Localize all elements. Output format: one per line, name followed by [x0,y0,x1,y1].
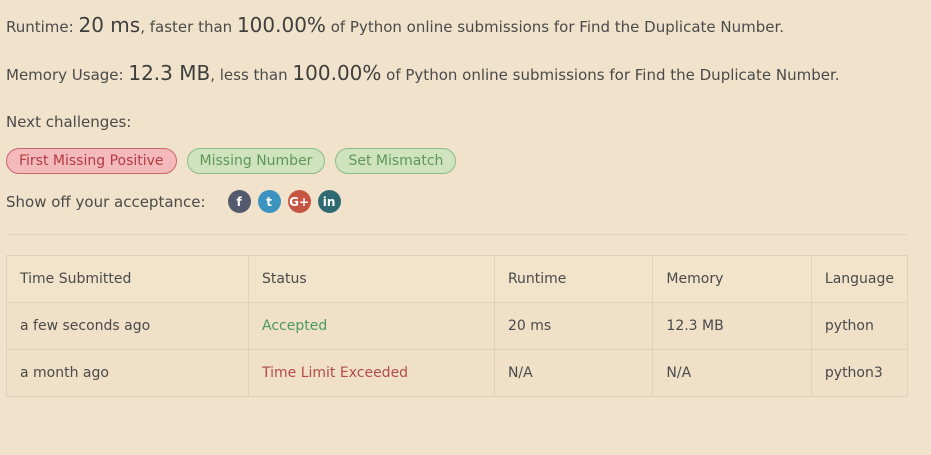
table-header-row: Time Submitted Status Runtime Memory Lan… [6,255,909,303]
cell-runtime: N/A [493,349,654,397]
challenge-first-missing-positive[interactable]: First Missing Positive [6,148,177,174]
table-row: a few seconds ago Accepted 20 ms 12.3 MB… [6,302,909,350]
linkedin-icon[interactable]: in [317,190,341,213]
cell-memory: 12.3 MB [652,302,812,350]
memory-value: 12.3 MB [128,61,211,85]
cell-language: python [810,302,909,350]
memory-mid: , less than [210,66,293,84]
cell-memory: N/A [652,349,812,397]
memory-label: Memory Usage: [6,66,129,84]
divider [6,234,908,235]
cell-time: a few seconds ago [6,302,249,350]
memory-summary: Memory Usage: 12.3 MB, less than 100.00%… [6,61,840,85]
header-runtime: Runtime [493,255,654,303]
cell-time: a month ago [6,349,249,397]
header-status: Status [248,255,495,303]
share-label: Show off your acceptance: [6,192,206,211]
memory-percentile: 100.00% [292,61,382,85]
runtime-mid: , faster than [140,18,237,36]
submissions-table: Time Submitted Status Runtime Memory Lan… [6,255,909,397]
next-challenges-label: Next challenges: [6,113,132,131]
runtime-label: Runtime: [6,18,79,36]
runtime-tail: of Python online submissions for Find th… [325,18,785,36]
status-link[interactable]: Accepted [248,302,495,350]
header-time-submitted: Time Submitted [6,255,249,303]
header-memory: Memory [652,255,812,303]
facebook-icon[interactable]: f [227,190,251,213]
table-row: a month ago Time Limit Exceeded N/A N/A … [6,349,909,397]
twitter-icon[interactable]: t [257,190,281,213]
runtime-summary: Runtime: 20 ms, faster than 100.00% of P… [6,13,784,37]
cell-language: python3 [810,349,909,397]
runtime-percentile: 100.00% [236,13,326,37]
status-link[interactable]: Time Limit Exceeded [248,349,495,397]
memory-tail: of Python online submissions for Find th… [381,66,840,84]
challenge-missing-number[interactable]: Missing Number [186,148,326,174]
google-plus-icon[interactable]: G+ [287,190,311,213]
social-share-buttons: f t G+ in [227,190,341,213]
challenge-set-mismatch[interactable]: Set Mismatch [335,148,457,174]
next-challenges-list: First Missing Positive Missing Number Se… [6,148,457,174]
cell-runtime: 20 ms [493,302,654,350]
header-language: Language [810,255,909,303]
runtime-value: 20 ms [78,13,141,37]
share-row: Show off your acceptance: f t G+ in [6,190,341,213]
